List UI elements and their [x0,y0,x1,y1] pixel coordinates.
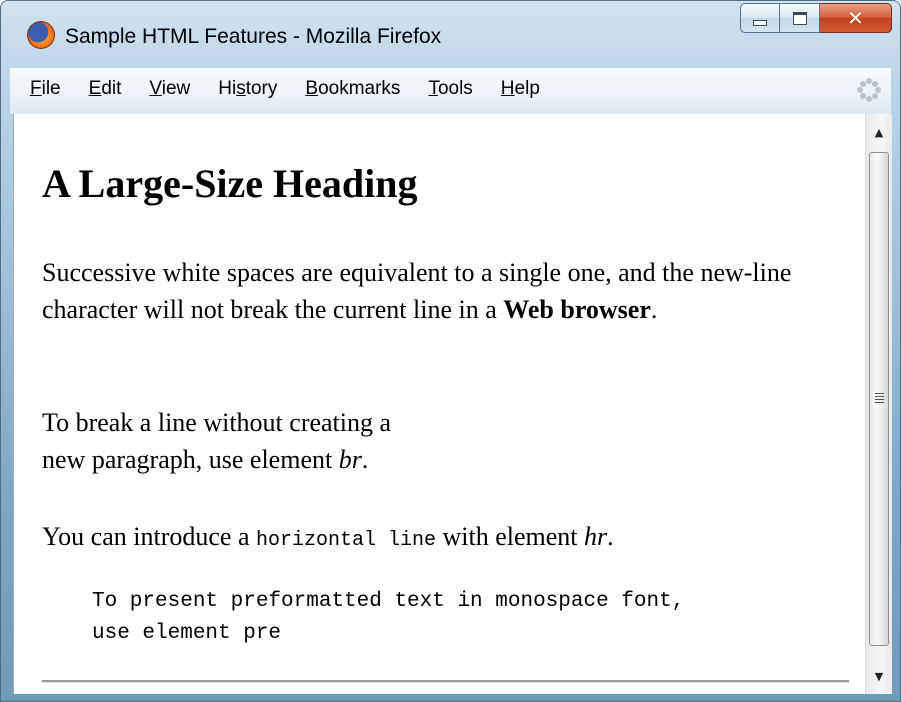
menu-items: File Edit View History Bookmarks Tools Help [30,78,568,100]
web-page: A Large-Size Heading Successive white sp… [14,114,866,694]
scroll-up-button[interactable]: ▲ [866,118,892,146]
throbber-dot [872,93,879,100]
preformatted-text: To present preformatted text in monospac… [92,590,685,645]
content-area: A Large-Size Heading Successive white sp… [13,114,892,694]
activity-throbber-icon [857,78,881,102]
throbber-dot [857,87,863,93]
scroll-grip-icon [875,393,884,405]
throbber-dot [872,80,879,87]
menu-item-accelerator: F [30,78,42,99]
scroll-up-arrow-icon: ▲ [874,125,884,139]
paragraph-line-break-line1: To break a line without creating a [42,408,392,437]
menu-item-view[interactable]: View [149,78,190,100]
menu-item-bookmarks[interactable]: Bookmarks [305,78,400,100]
menu-item-tools[interactable]: Tools [428,78,472,100]
menu-item-label-rest: ookmarks [318,78,401,99]
menu-item-label-rest: tory [245,78,278,99]
menu-item-accelerator: B [305,78,319,99]
throbber-dot [866,96,872,102]
web-browser-bold-text: Web browser [503,295,651,324]
menu-item-label-rest: ools [437,78,473,99]
scroll-thumb[interactable] [869,152,889,646]
scroll-down-button[interactable]: ▼ [866,662,892,690]
horizontal-rule [42,680,849,683]
br-element-name: br [338,445,362,474]
paragraph-horizontal-line: You can introduce a horizontal line with… [42,518,822,559]
firefox-logo-icon [27,21,55,49]
paragraph-whitespace-text: Successive white spaces are equivalent t… [42,258,792,324]
title-bar[interactable]: Sample HTML Features - Mozilla Firefox ✕ [1,1,900,53]
menu-item-accelerator: H [500,78,515,99]
menu-bar: File Edit View History Bookmarks Tools Help [10,67,891,115]
caption-buttons: ✕ [740,3,892,33]
menu-item-label-rest: dit [101,78,122,99]
menu-item-accelerator: E [88,78,102,99]
throbber-dot [866,78,872,84]
close-button[interactable]: ✕ [820,3,892,33]
paragraph-horizontal-line-text: You can introduce a [42,522,256,551]
paragraph-line-break-end: . [361,445,369,474]
menu-item-label-rest: elp [514,78,540,99]
menu-item-label-start: Hi [218,78,237,99]
minimize-button[interactable] [740,3,780,33]
menu-item-help[interactable]: Help [501,78,540,100]
minimize-icon [753,20,767,26]
horizontal-line-code: horizontal line [255,529,437,552]
menu-item-label-rest: iew [161,78,191,99]
maximize-icon [792,11,807,25]
menu-item-accelerator: V [149,78,162,99]
page-heading: A Large-Size Heading [42,161,418,206]
menu-item-accelerator: s [236,78,246,99]
menu-item-label-rest: ile [41,78,61,99]
throbber-dot [875,87,881,93]
paragraph-whitespace-end: . [650,295,658,324]
throbber-dot [859,80,866,87]
menu-item-file[interactable]: File [30,78,61,100]
menu-item-edit[interactable]: Edit [89,78,122,100]
paragraph-whitespace: Successive white spaces are equivalent t… [42,254,822,328]
hr-element-name: hr [584,522,608,551]
scroll-down-arrow-icon: ▼ [874,669,884,683]
vertical-scrollbar[interactable]: ▲ ▼ [865,114,892,694]
close-icon: ✕ [847,6,864,30]
menu-item-accelerator: T [428,78,438,99]
maximize-button[interactable] [780,3,820,33]
paragraph-horizontal-line-end: . [607,522,614,551]
paragraph-horizontal-line-mid: with element [436,522,585,551]
browser-window: Sample HTML Features - Mozilla Firefox ✕… [0,0,901,702]
window-title: Sample HTML Features - Mozilla Firefox [65,25,442,48]
paragraph-line-break-line2: new paragraph, use element [42,445,339,474]
menu-item-history[interactable]: History [218,78,277,100]
throbber-dot [859,93,866,100]
paragraph-line-break: To break a line without creating a new pa… [42,404,822,478]
